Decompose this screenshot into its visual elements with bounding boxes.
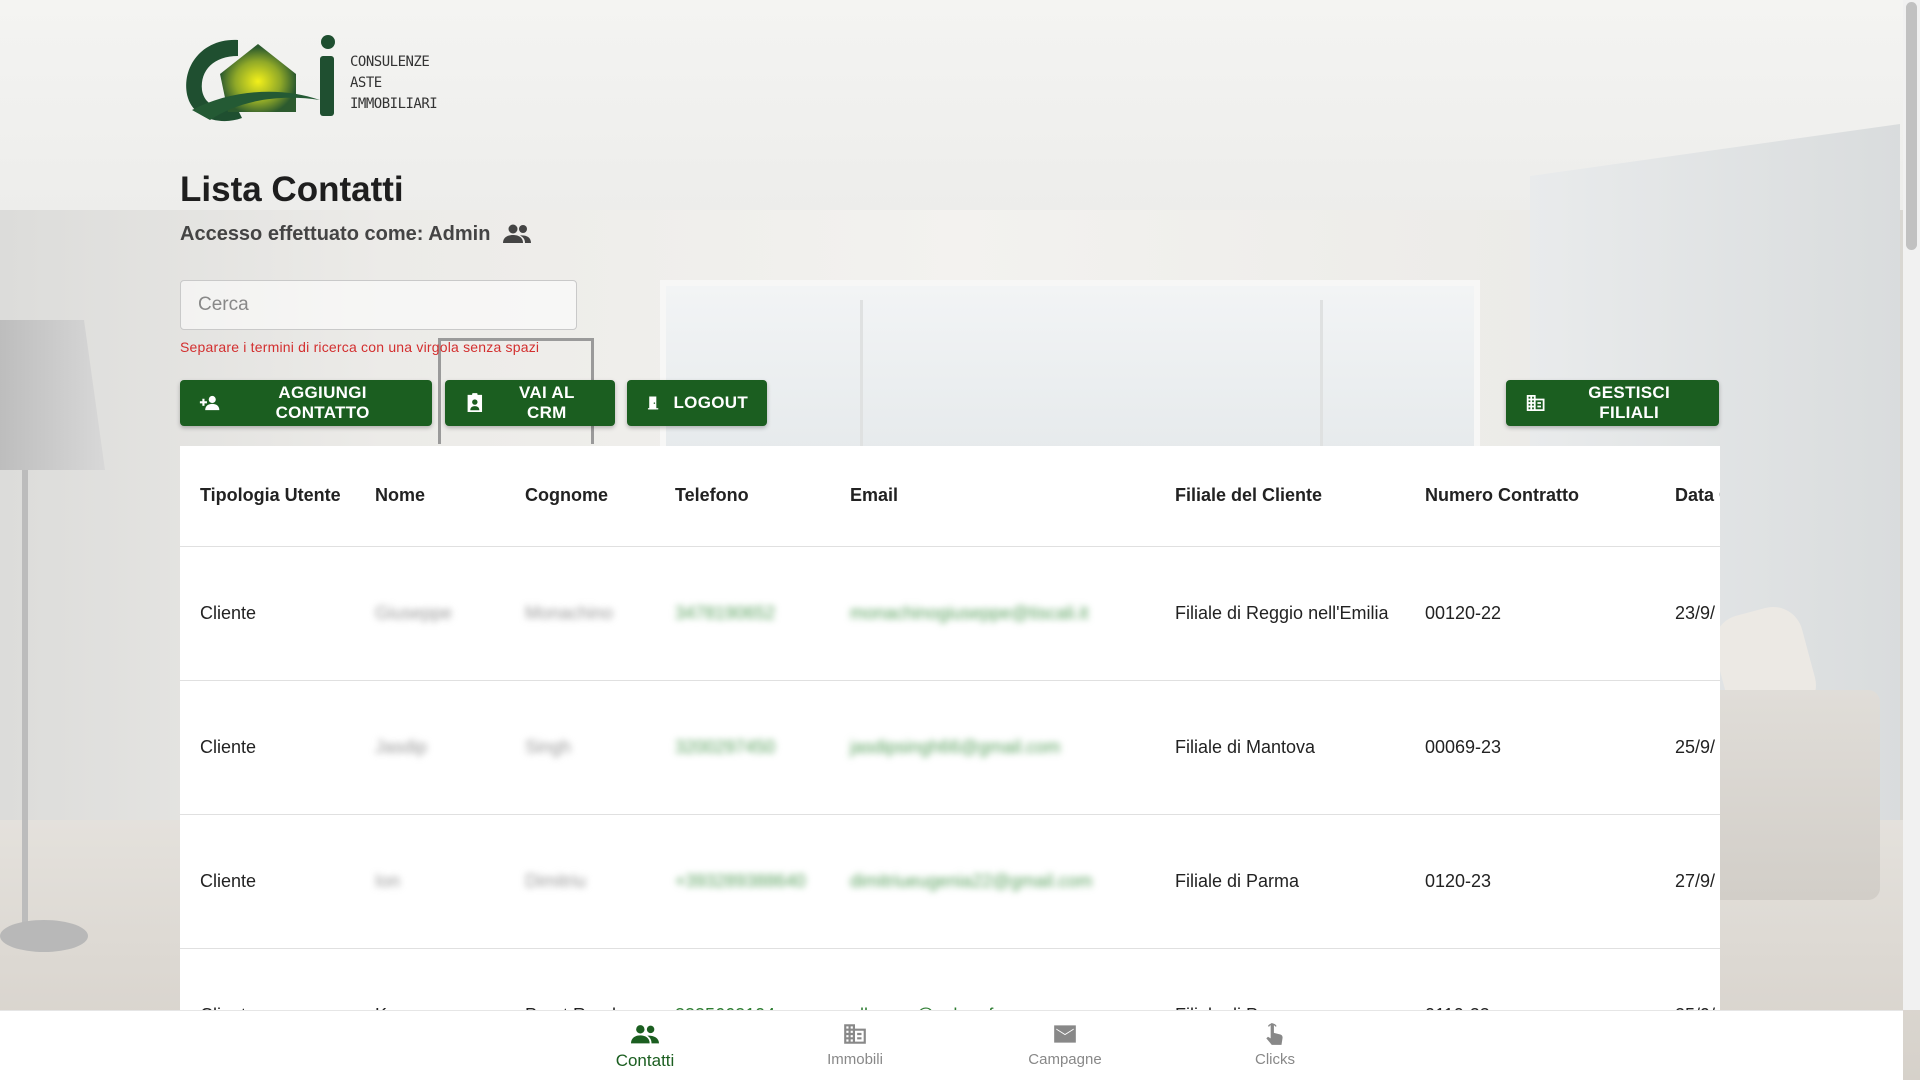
- person-add-icon: [199, 395, 220, 411]
- company-logo: CONSULENZE ASTE IMMOBILIARI: [180, 30, 440, 126]
- cell-contratto: 0120-23: [1405, 814, 1655, 949]
- cell-nome: Giuseppe: [355, 546, 505, 681]
- nav-label: Clicks: [1255, 1051, 1295, 1068]
- cell-filiale: Filiale di Mantova: [1155, 680, 1405, 815]
- column-header[interactable]: Numero Contratto: [1405, 446, 1655, 547]
- cell-tipologia: Cliente: [180, 680, 355, 815]
- column-header[interactable]: Data C: [1655, 446, 1720, 547]
- logged-in-label: Accesso effettuato come: Admin: [180, 222, 491, 245]
- table-row[interactable]: Cliente K Prent Raud 3335662104 ellocasp…: [180, 948, 1720, 1010]
- column-header[interactable]: Filiale del Cliente: [1155, 446, 1405, 547]
- cell-telefono[interactable]: 3200297450: [655, 680, 830, 815]
- nav-item-contatti[interactable]: Contatti: [580, 1021, 710, 1071]
- search-field[interactable]: [180, 280, 577, 330]
- background-lamp: [0, 320, 105, 470]
- cell-contratto: 0110-23: [1405, 948, 1655, 1010]
- background-lamp-base: [0, 920, 88, 952]
- column-header[interactable]: Telefono: [655, 446, 830, 547]
- cell-data: 25/9/: [1655, 680, 1720, 815]
- table-row[interactable]: Cliente Giuseppe Monachino 3478190652 mo…: [180, 546, 1720, 681]
- page-title: Lista Contatti: [180, 170, 404, 209]
- cell-cognome: Monachino: [505, 546, 655, 681]
- table-row[interactable]: Cliente Jasdip Singh 3200297450 jasdipsi…: [180, 680, 1720, 815]
- cell-nome: K: [355, 948, 505, 1010]
- background-window-pane: [860, 300, 863, 450]
- cell-data: 23/9/: [1655, 546, 1720, 681]
- logo-wordmark: CONSULENZE ASTE IMMOBILIARI: [350, 52, 438, 115]
- logo-mark-icon: [186, 35, 335, 122]
- cell-data: 25/9/: [1655, 948, 1720, 1010]
- cell-telefono[interactable]: +393289388640: [655, 814, 830, 949]
- scrollbar-thumb[interactable]: [1906, 2, 1917, 250]
- touch-icon: [1266, 1023, 1283, 1045]
- logged-in-status: Accesso effettuato come: Admin: [180, 222, 532, 246]
- cell-nome: Ion: [355, 814, 505, 949]
- cell-cognome: Prent Raud: [505, 948, 655, 1010]
- cell-contratto: 00069-23: [1405, 680, 1655, 815]
- cell-data: 27/9/: [1655, 814, 1720, 949]
- cell-cognome: Singh: [505, 680, 655, 815]
- search-hint: Separare i termini di ricerca con una vi…: [180, 339, 540, 355]
- manage-branches-label: GESTISCI FILIALI: [1588, 383, 1671, 422]
- mail-icon: [1054, 1025, 1076, 1043]
- logout-button[interactable]: LOGOUT: [627, 380, 767, 426]
- table-row[interactable]: Cliente Ion Dimitriu +393289388640 dimit…: [180, 814, 1720, 949]
- crm-label: VAI AL CRM: [519, 383, 575, 422]
- contact-badge-icon: [467, 393, 483, 413]
- column-header[interactable]: Tipologia Utente: [180, 446, 355, 547]
- logo-line: ASTE: [350, 75, 382, 91]
- manage-branches-button[interactable]: GESTISCI FILIALI: [1506, 380, 1719, 426]
- cell-filiale: Filiale di Parma: [1155, 814, 1405, 949]
- contacts-table: Tipologia Utente Nome Cognome Telefono E…: [180, 446, 1720, 1010]
- table-header-row: Tipologia Utente Nome Cognome Telefono E…: [180, 446, 1720, 547]
- cell-nome: Jasdip: [355, 680, 505, 815]
- cell-telefono[interactable]: 3478190652: [655, 546, 830, 681]
- building-icon: [844, 1024, 866, 1044]
- cell-cognome: Dimitriu: [505, 814, 655, 949]
- crm-button[interactable]: VAI AL CRM: [445, 380, 615, 426]
- column-header[interactable]: Nome: [355, 446, 505, 547]
- background-lamp-pole: [22, 470, 28, 930]
- nav-label: Campagne: [1028, 1051, 1102, 1068]
- nav-item-campagne[interactable]: Campagne: [1000, 1021, 1130, 1068]
- background-window-pane: [1320, 300, 1323, 450]
- people-icon: [631, 1025, 659, 1044]
- building-icon: [1526, 395, 1545, 411]
- logout-label: LOGOUT: [673, 393, 748, 412]
- search-input[interactable]: [181, 281, 576, 329]
- add-contact-label: AGGIUNGI CONTATTO: [275, 383, 370, 422]
- cell-email[interactable]: monachinogiuseppe@tiscali.it: [830, 546, 1155, 681]
- cell-email[interactable]: dimitriueugenia22@gmail.com: [830, 814, 1155, 949]
- cell-filiale: Filiale di P: [1155, 948, 1405, 1010]
- nav-label: Contatti: [615, 1051, 675, 1070]
- nav-item-clicks[interactable]: Clicks: [1210, 1021, 1340, 1068]
- door-icon: [647, 396, 659, 410]
- cell-tipologia: Cliente: [180, 814, 355, 949]
- cell-tipologia: Cliente: [180, 546, 355, 681]
- people-icon: [503, 224, 532, 243]
- cell-contratto: 00120-22: [1405, 546, 1655, 681]
- nav-label: Immobili: [827, 1051, 883, 1068]
- add-contact-button[interactable]: AGGIUNGI CONTATTO: [180, 380, 432, 426]
- logo-line: IMMOBILIARI: [350, 96, 438, 112]
- column-header[interactable]: Email: [830, 446, 1155, 547]
- cell-email[interactable]: ellocasp@yahoo.fr: [830, 948, 1155, 1010]
- cell-tipologia: Cliente: [180, 948, 355, 1010]
- column-header[interactable]: Cognome: [505, 446, 655, 547]
- cell-telefono[interactable]: 3335662104: [655, 948, 830, 1010]
- logo-line: CONSULENZE: [350, 54, 430, 70]
- nav-item-immobili[interactable]: Immobili: [790, 1021, 920, 1068]
- page-scrollbar[interactable]: [1903, 0, 1920, 1010]
- bottom-navigation: Contatti Immobili Campagne Clicks: [0, 1010, 1903, 1080]
- cell-filiale: Filiale di Reggio nell'Emilia: [1155, 546, 1405, 681]
- background-window: [660, 280, 1480, 460]
- cell-email[interactable]: jasdipsingh66@gmail.com: [830, 680, 1155, 815]
